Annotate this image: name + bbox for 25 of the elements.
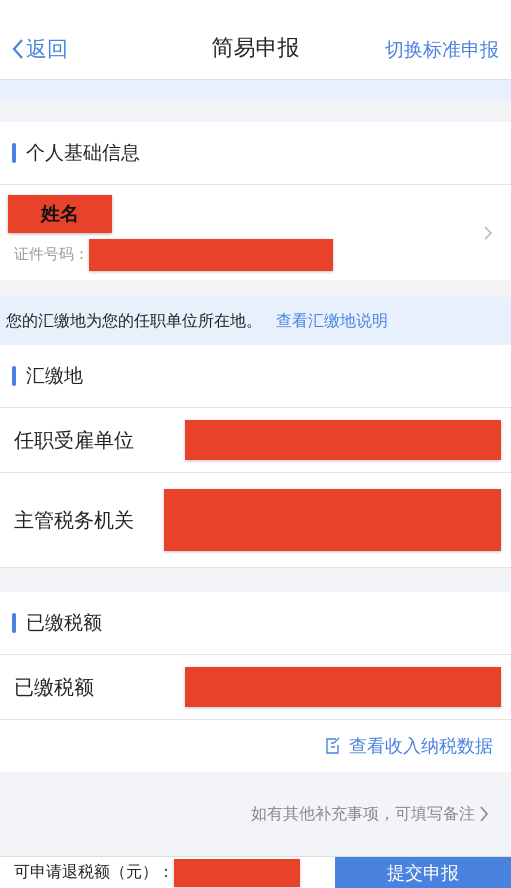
personal-info-row[interactable]: 姓名 证件号码： bbox=[0, 185, 511, 280]
row-label: 已缴税额 bbox=[14, 674, 94, 700]
notice-text: 您的汇缴地为您的任职单位所在地。 bbox=[6, 310, 262, 332]
section-title: 个人基础信息 bbox=[26, 141, 140, 166]
row-label: 主管税务机关 bbox=[14, 506, 134, 534]
section-marker-icon bbox=[12, 613, 16, 633]
remark-link[interactable]: 如有其他补充事项，可填写备注 bbox=[251, 804, 489, 824]
edit-note-icon bbox=[325, 737, 341, 755]
page-title: 简易申报 bbox=[212, 35, 300, 63]
submit-button[interactable]: 提交申报 bbox=[335, 857, 511, 888]
chevron-right-icon bbox=[479, 805, 489, 823]
section-title: 汇缴地 bbox=[26, 364, 83, 389]
back-chevron-icon bbox=[12, 38, 24, 60]
refund-amount-label: 可申请退税额（元）： bbox=[13, 862, 174, 883]
id-number-label: 证件号码： bbox=[14, 245, 89, 264]
section-marker-icon bbox=[12, 143, 16, 163]
tax-data-link[interactable]: 查看收入纳税数据 bbox=[325, 734, 493, 758]
row-label: 任职受雇单位 bbox=[14, 426, 134, 454]
location-info-link[interactable]: 查看汇缴地说明 bbox=[276, 310, 388, 332]
back-link[interactable]: 返回 bbox=[12, 35, 68, 63]
name-redaction: 姓名 bbox=[8, 194, 112, 232]
switch-mode-link[interactable]: 切换标准申报 bbox=[385, 37, 499, 63]
section-title: 已缴税额 bbox=[26, 611, 102, 636]
section-marker-icon bbox=[12, 366, 16, 386]
chevron-right-icon bbox=[483, 224, 493, 240]
